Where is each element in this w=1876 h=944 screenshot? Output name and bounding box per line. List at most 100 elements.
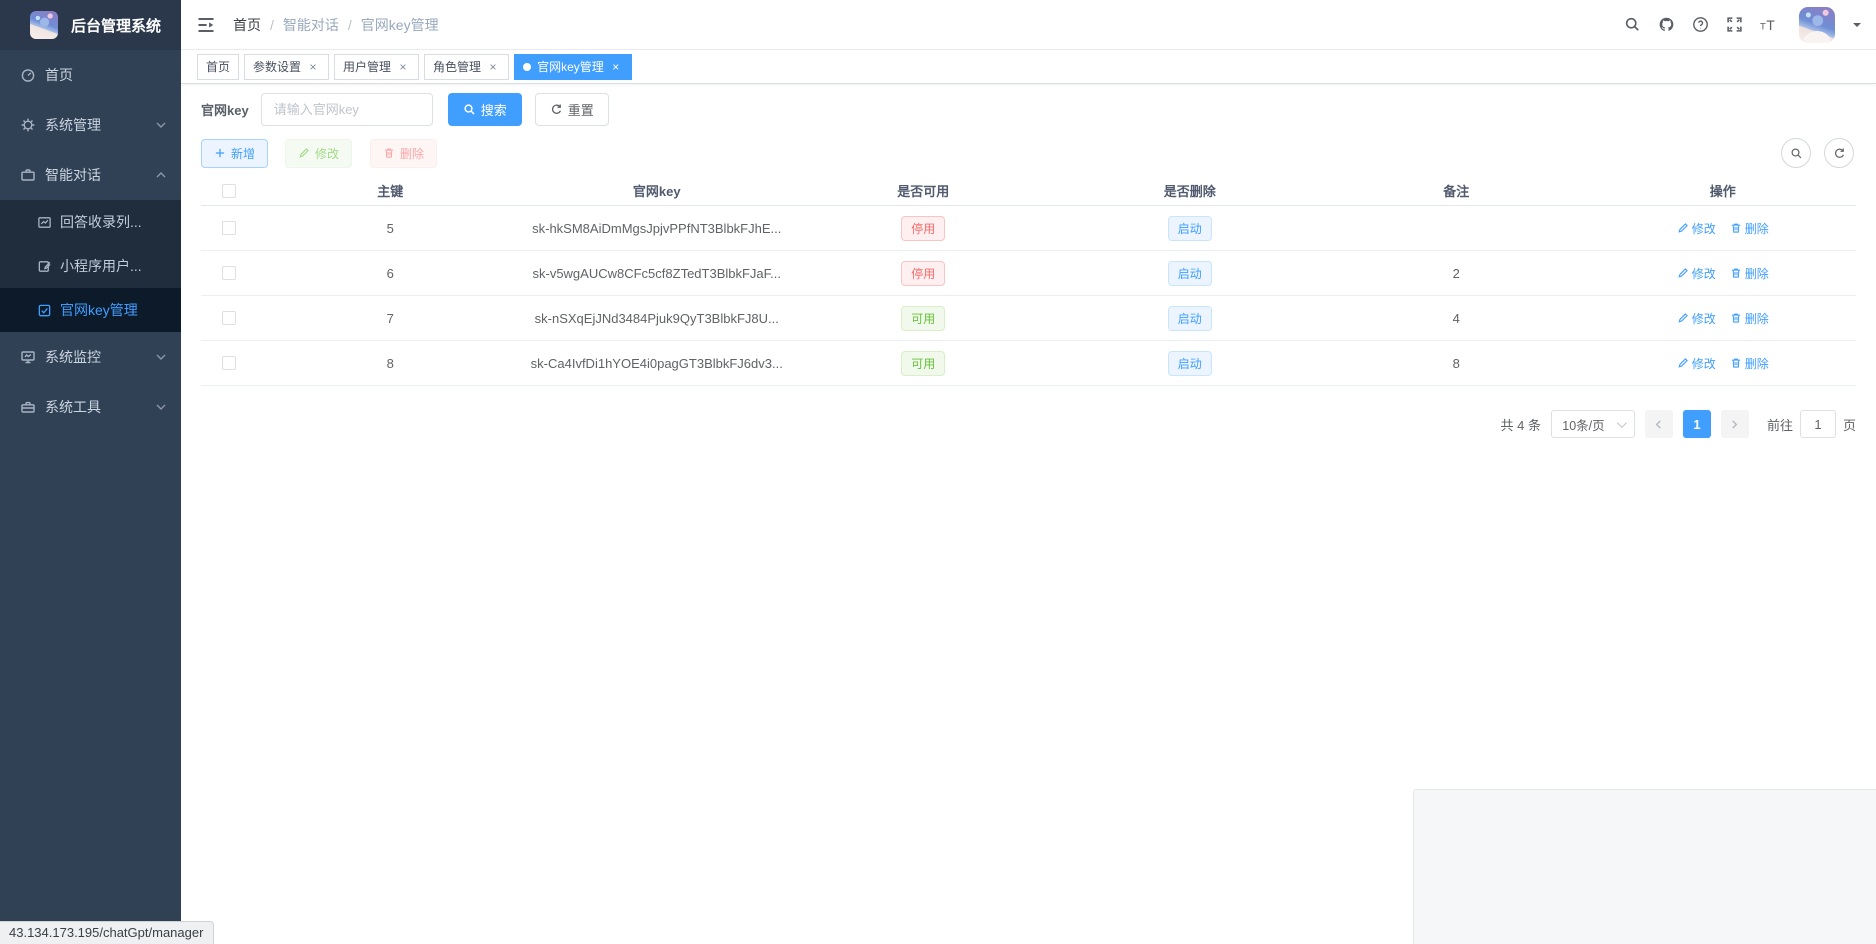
table-header-row: 主键 官网key 是否可用 是否删除 备注 操作 [201,176,1856,206]
checkbox-icon [37,303,52,318]
deleted-badge: 启动 [1167,305,1212,331]
fullscreen-icon[interactable] [1725,16,1743,34]
row-checkbox[interactable] [222,311,236,325]
row-delete-button[interactable]: 删除 [1730,265,1769,282]
close-icon[interactable]: × [609,60,623,74]
caret-down-icon[interactable] [1853,23,1861,31]
font-size-icon[interactable]: TT [1759,16,1777,34]
sidebar-item-label: 首页 [45,67,73,83]
row-edit-label: 修改 [1691,356,1716,371]
tab-param-settings[interactable]: 参数设置 × [244,53,330,80]
row-edit-button[interactable]: 修改 [1677,310,1716,327]
sidebar-item-system-mgmt[interactable]: 系统管理 [0,100,181,150]
search-field-label: 官网key [201,103,249,118]
tab-user-mgmt[interactable]: 用户管理 × [334,53,420,80]
available-badge: 可用 [901,305,946,331]
sidebar-item-smart-chat[interactable]: 智能对话 [0,150,181,200]
deleted-badge: 启动 [1167,350,1212,376]
prev-page-button[interactable] [1644,410,1673,438]
pencil-icon [1677,267,1689,279]
search-icon[interactable] [1623,16,1641,34]
tab-home[interactable]: 首页 [197,53,240,80]
row-checkbox[interactable] [222,266,236,280]
sidebar-item-label: 系统监控 [45,349,101,365]
chevron-down-icon [1616,417,1627,428]
hamburger-icon[interactable] [196,15,216,35]
app-title: 后台管理系统 [71,17,162,35]
search-button[interactable]: 搜索 [447,93,522,126]
active-tab-dot [523,62,532,71]
row-edit-button[interactable]: 修改 [1677,265,1716,282]
chart-icon [37,215,52,230]
page-number-button[interactable]: 1 [1682,410,1711,438]
next-page-button[interactable] [1720,410,1749,438]
close-icon[interactable]: × [486,60,500,74]
row-delete-button[interactable]: 删除 [1730,220,1769,237]
gear-icon [20,117,36,133]
toolbox-icon [20,399,36,415]
dashboard-icon [20,67,36,83]
toggle-search-button[interactable] [1781,138,1811,168]
tab-role-mgmt[interactable]: 角色管理 × [424,53,510,80]
table-row: 5 sk-hkSM8AiDmMgsJpjvPPfNT3BlbkFJhE... 停… [201,206,1856,251]
sidebar-item-home[interactable]: 首页 [0,50,181,100]
monitor-icon [20,349,36,365]
sidebar-item-system-tools[interactable]: 系统工具 [0,382,181,432]
breadcrumb-home[interactable]: 首页 [233,15,261,35]
page-jump-input[interactable] [1799,410,1836,438]
row-checkbox[interactable] [222,221,236,235]
table-row: 7 sk-nSXqEjJNd3484Pjuk9QyT3BlbkFJ8U... 可… [201,296,1856,341]
cell-remark: 4 [1452,310,1460,326]
sidebar-item-system-monitor[interactable]: 系统监控 [0,332,181,382]
column-header-deleted: 是否删除 [1163,184,1216,199]
tab-label: 用户管理 [343,60,392,74]
add-button[interactable]: 新增 [201,138,269,168]
cell-id: 6 [386,265,394,281]
available-badge: 可用 [901,350,946,376]
reset-button[interactable]: 重置 [534,93,609,126]
github-icon[interactable] [1657,16,1675,34]
delete-button[interactable]: 删除 [370,138,438,168]
row-delete-button[interactable]: 删除 [1730,310,1769,327]
breadcrumb-current: 官网key管理 [360,16,439,33]
row-edit-button[interactable]: 修改 [1677,355,1716,372]
row-edit-button[interactable]: 修改 [1677,220,1716,237]
column-header-id: 主键 [377,184,404,199]
trash-icon [1730,312,1742,324]
pencil-icon [1677,312,1689,324]
tab-key-mgmt[interactable]: 官网key管理 × [514,53,632,80]
cell-key: sk-Ca4IvfDi1hYOE4i0pagGT3BlbkFJ6dv3... [530,355,783,371]
help-icon[interactable] [1691,16,1709,34]
select-all-checkbox[interactable] [222,183,236,198]
close-icon[interactable]: × [396,60,410,74]
tab-label: 官网key管理 [537,60,604,74]
pencil-icon [298,147,310,159]
trash-icon [383,147,395,159]
sidebar-item-key-mgmt[interactable]: 官网key管理 [0,288,181,332]
sidebar-item-answer-list[interactable]: 回答收录列... [0,200,181,244]
breadcrumb-separator: / [270,16,274,33]
search-input[interactable] [260,93,433,126]
tags-view: 首页 参数设置 × 用户管理 × 角色管理 × 官网key管理 × [181,50,1876,84]
edit-button[interactable]: 修改 [285,138,353,168]
cell-key: sk-v5wgAUCw8CFc5cf8ZTedT3BlbkFJaF... [532,265,781,281]
user-avatar[interactable] [1799,6,1835,43]
row-delete-button[interactable]: 删除 [1730,355,1769,372]
refresh-table-button[interactable] [1824,138,1854,168]
trash-icon [1730,222,1742,234]
chevron-down-icon [155,351,167,363]
sidebar-logo[interactable]: 后台管理系统 [0,0,181,50]
row-checkbox[interactable] [222,356,236,370]
table-toolbar: 新增 修改 删除 [201,138,1856,168]
pagination: 共 4 条 10条/页 1 前往 页 [201,410,1856,438]
bottom-right-panel [1413,789,1876,944]
page-content: 官网key 搜索 重置 新增 修改 [181,84,1876,438]
breadcrumb-separator: / [347,16,352,33]
navbar-actions: TT [1623,6,1861,43]
close-icon[interactable]: × [306,60,320,74]
delete-button-label: 删除 [400,146,425,161]
page-size-select[interactable]: 10条/页 [1550,410,1635,438]
sidebar-item-label: 智能对话 [45,167,101,183]
sidebar-item-miniprogram-users[interactable]: 小程序用户... [0,244,181,288]
row-delete-label: 删除 [1744,266,1769,281]
